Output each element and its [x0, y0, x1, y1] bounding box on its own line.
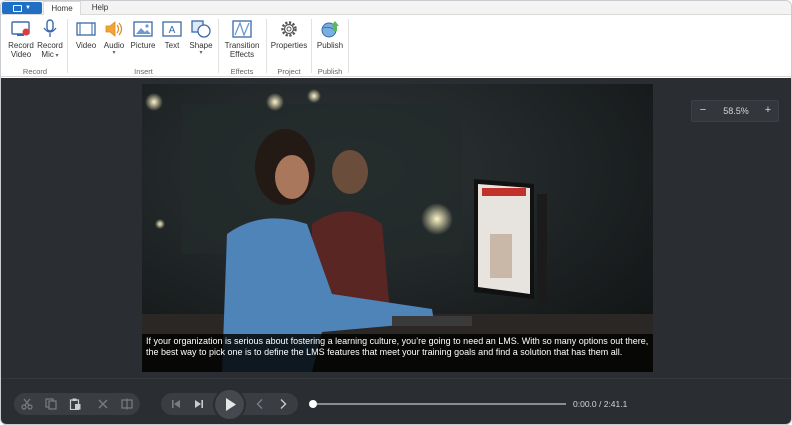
clipboard-icon: [69, 398, 81, 410]
insert-picture-label: Picture: [130, 41, 156, 50]
record-mic-button[interactable]: Record Mic ▾: [36, 19, 64, 59]
tab-help[interactable]: Help: [83, 1, 117, 15]
play-icon: [226, 398, 236, 411]
transition-effects-button[interactable]: Transition Effects: [222, 19, 262, 59]
canvas-stage[interactable]: If your organization is serious about fo…: [1, 78, 791, 378]
record-video-button[interactable]: Record Video: [6, 19, 36, 59]
skip-back-button[interactable]: [165, 393, 187, 415]
caption-overlay[interactable]: If your organization is serious about fo…: [142, 334, 653, 372]
insert-text-label: Text: [164, 41, 180, 50]
delete-button[interactable]: [92, 393, 114, 415]
copy-button[interactable]: [40, 393, 62, 415]
microphone-icon: [39, 19, 61, 39]
skip-back-icon: [172, 400, 180, 408]
insert-video-button[interactable]: Video: [73, 19, 99, 50]
split-button[interactable]: [116, 393, 138, 415]
transition-icon: [231, 19, 253, 39]
insert-picture-button[interactable]: Picture: [129, 19, 157, 50]
app-menu-button[interactable]: ▼: [2, 2, 42, 14]
group-label-insert: Insert: [134, 67, 153, 76]
ribbon: Record Video Record Mic ▾ Record Video A…: [1, 15, 791, 77]
group-separator: [311, 19, 312, 73]
insert-audio-label: Audio: [103, 41, 125, 50]
cut-button[interactable]: [16, 393, 38, 415]
record-mic-label-2: Mic: [41, 50, 54, 59]
group-separator: [218, 19, 219, 73]
picture-icon: [132, 19, 154, 39]
tab-strip: ▼ Home Help: [1, 1, 791, 16]
chevron-down-icon: ▾: [199, 50, 203, 56]
playback-bar: 0:00.0 / 2:41.1: [1, 378, 791, 424]
video-image: [142, 84, 653, 372]
tab-home[interactable]: Home: [43, 1, 81, 16]
next-frame-button[interactable]: [272, 393, 294, 415]
gear-icon: [278, 19, 300, 39]
scissors-icon: [21, 398, 33, 410]
close-icon: [98, 399, 108, 409]
record-mic-label-1: Record: [37, 41, 63, 50]
zoom-out-button[interactable]: −: [697, 104, 709, 116]
text-icon: A: [161, 19, 183, 39]
insert-audio-button[interactable]: Audio ▾: [101, 19, 127, 56]
record-video-label-2: Video: [10, 50, 32, 59]
play-button[interactable]: [213, 388, 246, 421]
chevron-down-icon: ▾: [53, 53, 59, 59]
previous-frame-button[interactable]: [249, 393, 271, 415]
group-separator: [348, 19, 349, 73]
group-label-publish: Publish: [317, 67, 343, 76]
svg-text:A: A: [169, 25, 176, 36]
split-icon: [121, 398, 133, 410]
skip-forward-icon: [195, 400, 203, 408]
transition-effects-label-2: Effects: [229, 50, 255, 59]
film-icon: [75, 19, 97, 39]
speaker-icon: [103, 19, 125, 39]
insert-shape-label: Shape: [189, 41, 213, 50]
group-label-record: Record: [22, 67, 48, 76]
properties-label: Properties: [270, 41, 308, 50]
zoom-control: − 58.5% +: [691, 100, 779, 122]
properties-button[interactable]: Properties: [269, 19, 309, 50]
chevron-down-icon: ▼: [25, 5, 31, 11]
video-frame[interactable]: If your organization is serious about fo…: [142, 84, 653, 372]
publish-globe-icon: [319, 19, 341, 39]
record-video-icon: [10, 19, 32, 39]
copy-icon: [45, 398, 57, 410]
group-label-project: Project: [277, 67, 301, 76]
zoom-in-button[interactable]: +: [762, 104, 774, 116]
publish-label: Publish: [316, 41, 344, 50]
skip-forward-button[interactable]: [188, 393, 210, 415]
insert-video-label: Video: [75, 41, 97, 50]
paste-button[interactable]: [64, 393, 86, 415]
transition-effects-label-1: Transition: [224, 41, 260, 50]
shape-icon: [190, 19, 212, 39]
insert-shape-button[interactable]: Shape ▾: [187, 19, 215, 56]
chevron-left-icon: [256, 399, 263, 409]
group-separator: [266, 19, 267, 73]
chevron-right-icon: [280, 399, 287, 409]
record-video-label-1: Record: [8, 41, 34, 50]
publish-button[interactable]: Publish: [314, 19, 346, 50]
scrubber-handle[interactable]: [309, 400, 317, 408]
chevron-down-icon: ▾: [112, 50, 116, 56]
group-separator: [67, 19, 68, 73]
app-logo-icon: [13, 4, 23, 12]
time-display: 0:00.0 / 2:41.1: [573, 399, 628, 409]
insert-text-button[interactable]: A Text: [159, 19, 185, 50]
zoom-level: 58.5%: [723, 106, 749, 116]
group-label-effects: Effects: [230, 67, 254, 76]
app-window: ▼ Home Help Record Video Record Mic ▾ Re…: [0, 0, 792, 425]
timeline-scrubber[interactable]: [313, 403, 566, 405]
